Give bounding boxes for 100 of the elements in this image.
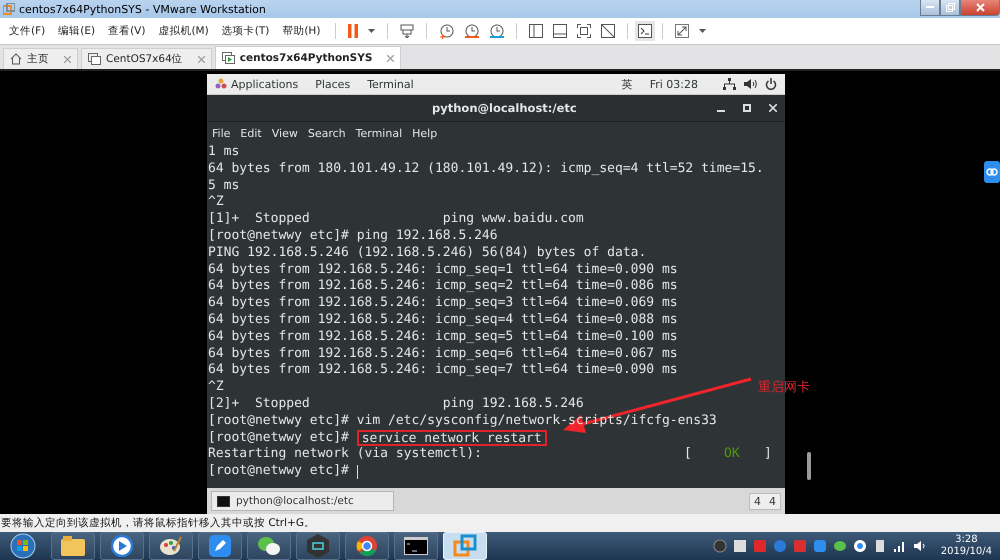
terminal-line: 64 bytes from 192.168.5.246: icmp_seq=2 ttl=64 time=0.086 ms	[208, 278, 678, 296]
start-button[interactable]	[8, 533, 38, 559]
chat-icon	[257, 535, 281, 557]
app-icon	[3, 3, 15, 15]
taskbar-button[interactable]	[247, 532, 291, 560]
close-icon	[976, 3, 984, 12]
stretch-icon[interactable]	[675, 24, 690, 38]
terminal-line: [2]+ Stopped ping 192.168.5.246	[208, 396, 584, 413]
menu-item[interactable]: 编辑(E)	[53, 24, 104, 38]
volume-icon[interactable]	[744, 78, 757, 90]
terminal-line: 64 bytes from 192.168.5.246: icmp_seq=6 ttl=64 time=0.067 ms	[208, 346, 678, 362]
taskbar-button[interactable]	[198, 532, 242, 560]
tray-icon[interactable]	[732, 539, 747, 553]
menu-item[interactable]: Help	[412, 126, 438, 140]
terminal-line: ^Z	[208, 379, 224, 396]
menu-item[interactable]: 文件(F)	[4, 24, 54, 38]
clock-date: 2019/10/4	[940, 546, 992, 558]
clock-time: 3:28	[955, 534, 978, 546]
vm-icon	[88, 53, 101, 65]
input-method-indicator[interactable]: 英	[622, 76, 633, 92]
status-message: 要将输入定向到该虚拟机，请将鼠标指针移入其中或按 Ctrl+G。	[1, 516, 315, 530]
terminal-line: [1]+ Stopped ping www.baidu.com	[208, 211, 584, 228]
menu-item[interactable]: File	[212, 126, 230, 140]
menu-item[interactable]: Search	[308, 126, 346, 140]
top-bar-menu[interactable]: Terminal	[367, 78, 414, 90]
thumbnail-bar-icon[interactable]	[553, 24, 568, 38]
volume-icon[interactable]	[912, 539, 927, 553]
restore-icon	[946, 3, 954, 12]
terminal-line: [root@netwwy etc]# ping 192.168.5.246	[208, 228, 498, 245]
snapshot-icon[interactable]	[439, 24, 454, 38]
menu-item[interactable]: 虚拟机(M)	[153, 24, 217, 38]
taskbar-button[interactable]	[345, 532, 389, 560]
terminal-line: 64 bytes from 180.101.49.12 (180.101.49.12): icmp_seq=4 ttl=52 time=15.	[208, 160, 764, 178]
sidebar-icon[interactable]	[529, 24, 544, 38]
restore-button[interactable]	[940, 0, 960, 16]
minimize-button[interactable]	[920, 0, 940, 16]
caret-icon[interactable]	[368, 29, 376, 33]
menu-item[interactable]: 帮助(H)	[277, 24, 328, 38]
palette-icon	[160, 535, 182, 557]
status-ok: OK	[724, 446, 741, 464]
signal-icon[interactable]	[892, 539, 907, 553]
menu-item[interactable]: Terminal	[356, 126, 402, 140]
text-cursor	[356, 465, 358, 480]
terminal-line: 64 bytes from 192.168.5.246: icmp_seq=1 ttl=64 time=0.090 ms	[208, 262, 678, 278]
highlighted-command: service network restart	[356, 430, 547, 446]
terminal-title: python@localhost:/etc	[432, 101, 577, 115]
close-icon[interactable]	[769, 104, 777, 112]
maximize-icon[interactable]	[743, 104, 751, 112]
terminal-line: 64 bytes from 192.168.5.246: icmp_seq=5 ttl=64 time=0.100 ms	[208, 328, 678, 346]
prompt: [root@netwwy etc]#	[208, 463, 349, 480]
taskbar-button[interactable]	[149, 532, 193, 560]
terminal-line: 64 bytes from 192.168.5.246: icmp_seq=4 ttl=64 time=0.088 ms	[208, 312, 678, 329]
close-button[interactable]	[960, 0, 1000, 16]
clock[interactable]: Fri 03:28	[650, 78, 698, 90]
taskbar-button[interactable]	[100, 532, 144, 560]
window-title: centos7x64PythonSYS - VMware Workstation	[19, 2, 266, 16]
network-icon[interactable]	[723, 78, 736, 90]
scrollbar-thumb[interactable]	[807, 452, 811, 480]
snapshot-manager-icon[interactable]	[489, 24, 504, 38]
menu-item[interactable]: 选项卡(T)	[216, 24, 278, 38]
tab[interactable]: CentOS7x64位	[81, 48, 212, 69]
browser-icon	[356, 535, 378, 557]
keyboard-icon[interactable]	[400, 24, 414, 38]
link-icon[interactable]	[984, 161, 1000, 183]
tray-icon[interactable]	[852, 539, 867, 553]
taskbar-button[interactable]	[296, 532, 340, 560]
chat-icon[interactable]	[832, 539, 847, 553]
menu-item[interactable]: 查看(V)	[103, 24, 154, 38]
tab[interactable]: 主页	[3, 48, 78, 69]
bracket: ]	[764, 446, 773, 464]
bracket: [	[684, 446, 693, 464]
window-list-item[interactable]: python@localhost:/etc	[211, 491, 394, 511]
terminal-line: 64 bytes from 192.168.5.246: icmp_seq=3 ttl=64 time=0.069 ms	[208, 295, 678, 312]
prompt: [root@netwwy etc]#	[208, 430, 349, 446]
workspace-pager[interactable]: 4 4	[749, 492, 781, 510]
terminal-line: ^Z	[208, 194, 224, 212]
terminal-line: Restarting network (via systemctl):	[208, 446, 483, 464]
folder-icon	[61, 536, 85, 556]
tab[interactable]: centos7x64PythonSYS	[214, 46, 402, 69]
full-screen-icon[interactable]	[577, 24, 592, 38]
taskbar-button[interactable]	[394, 532, 438, 560]
console-view-button[interactable]	[635, 21, 656, 41]
vmware-icon	[453, 534, 477, 558]
power-icon[interactable]	[765, 78, 777, 90]
pen-icon	[209, 535, 231, 557]
taskbar-button[interactable]	[51, 532, 95, 560]
menu-item[interactable]: Edit	[240, 126, 262, 140]
close-tab-icon[interactable]	[387, 54, 394, 62]
menu-item[interactable]: View	[272, 126, 298, 140]
terminal-line: 64 bytes from 192.168.5.246: icmp_seq=7 ttl=64 time=0.090 ms	[208, 362, 678, 380]
terminal-line: PING 192.168.5.246 (192.168.5.246) 56(84) bytes of data.	[208, 244, 646, 262]
caret-icon[interactable]	[699, 29, 706, 33]
pause-icon[interactable]	[348, 24, 358, 38]
top-bar-menu[interactable]: Places	[315, 78, 350, 90]
annotation-text: 重启网卡	[758, 379, 810, 396]
top-bar-menu[interactable]: Applications	[231, 78, 298, 90]
revert-icon[interactable]	[464, 24, 480, 38]
play-icon	[111, 535, 133, 557]
applications-icon	[215, 78, 227, 90]
home-icon	[10, 53, 22, 65]
